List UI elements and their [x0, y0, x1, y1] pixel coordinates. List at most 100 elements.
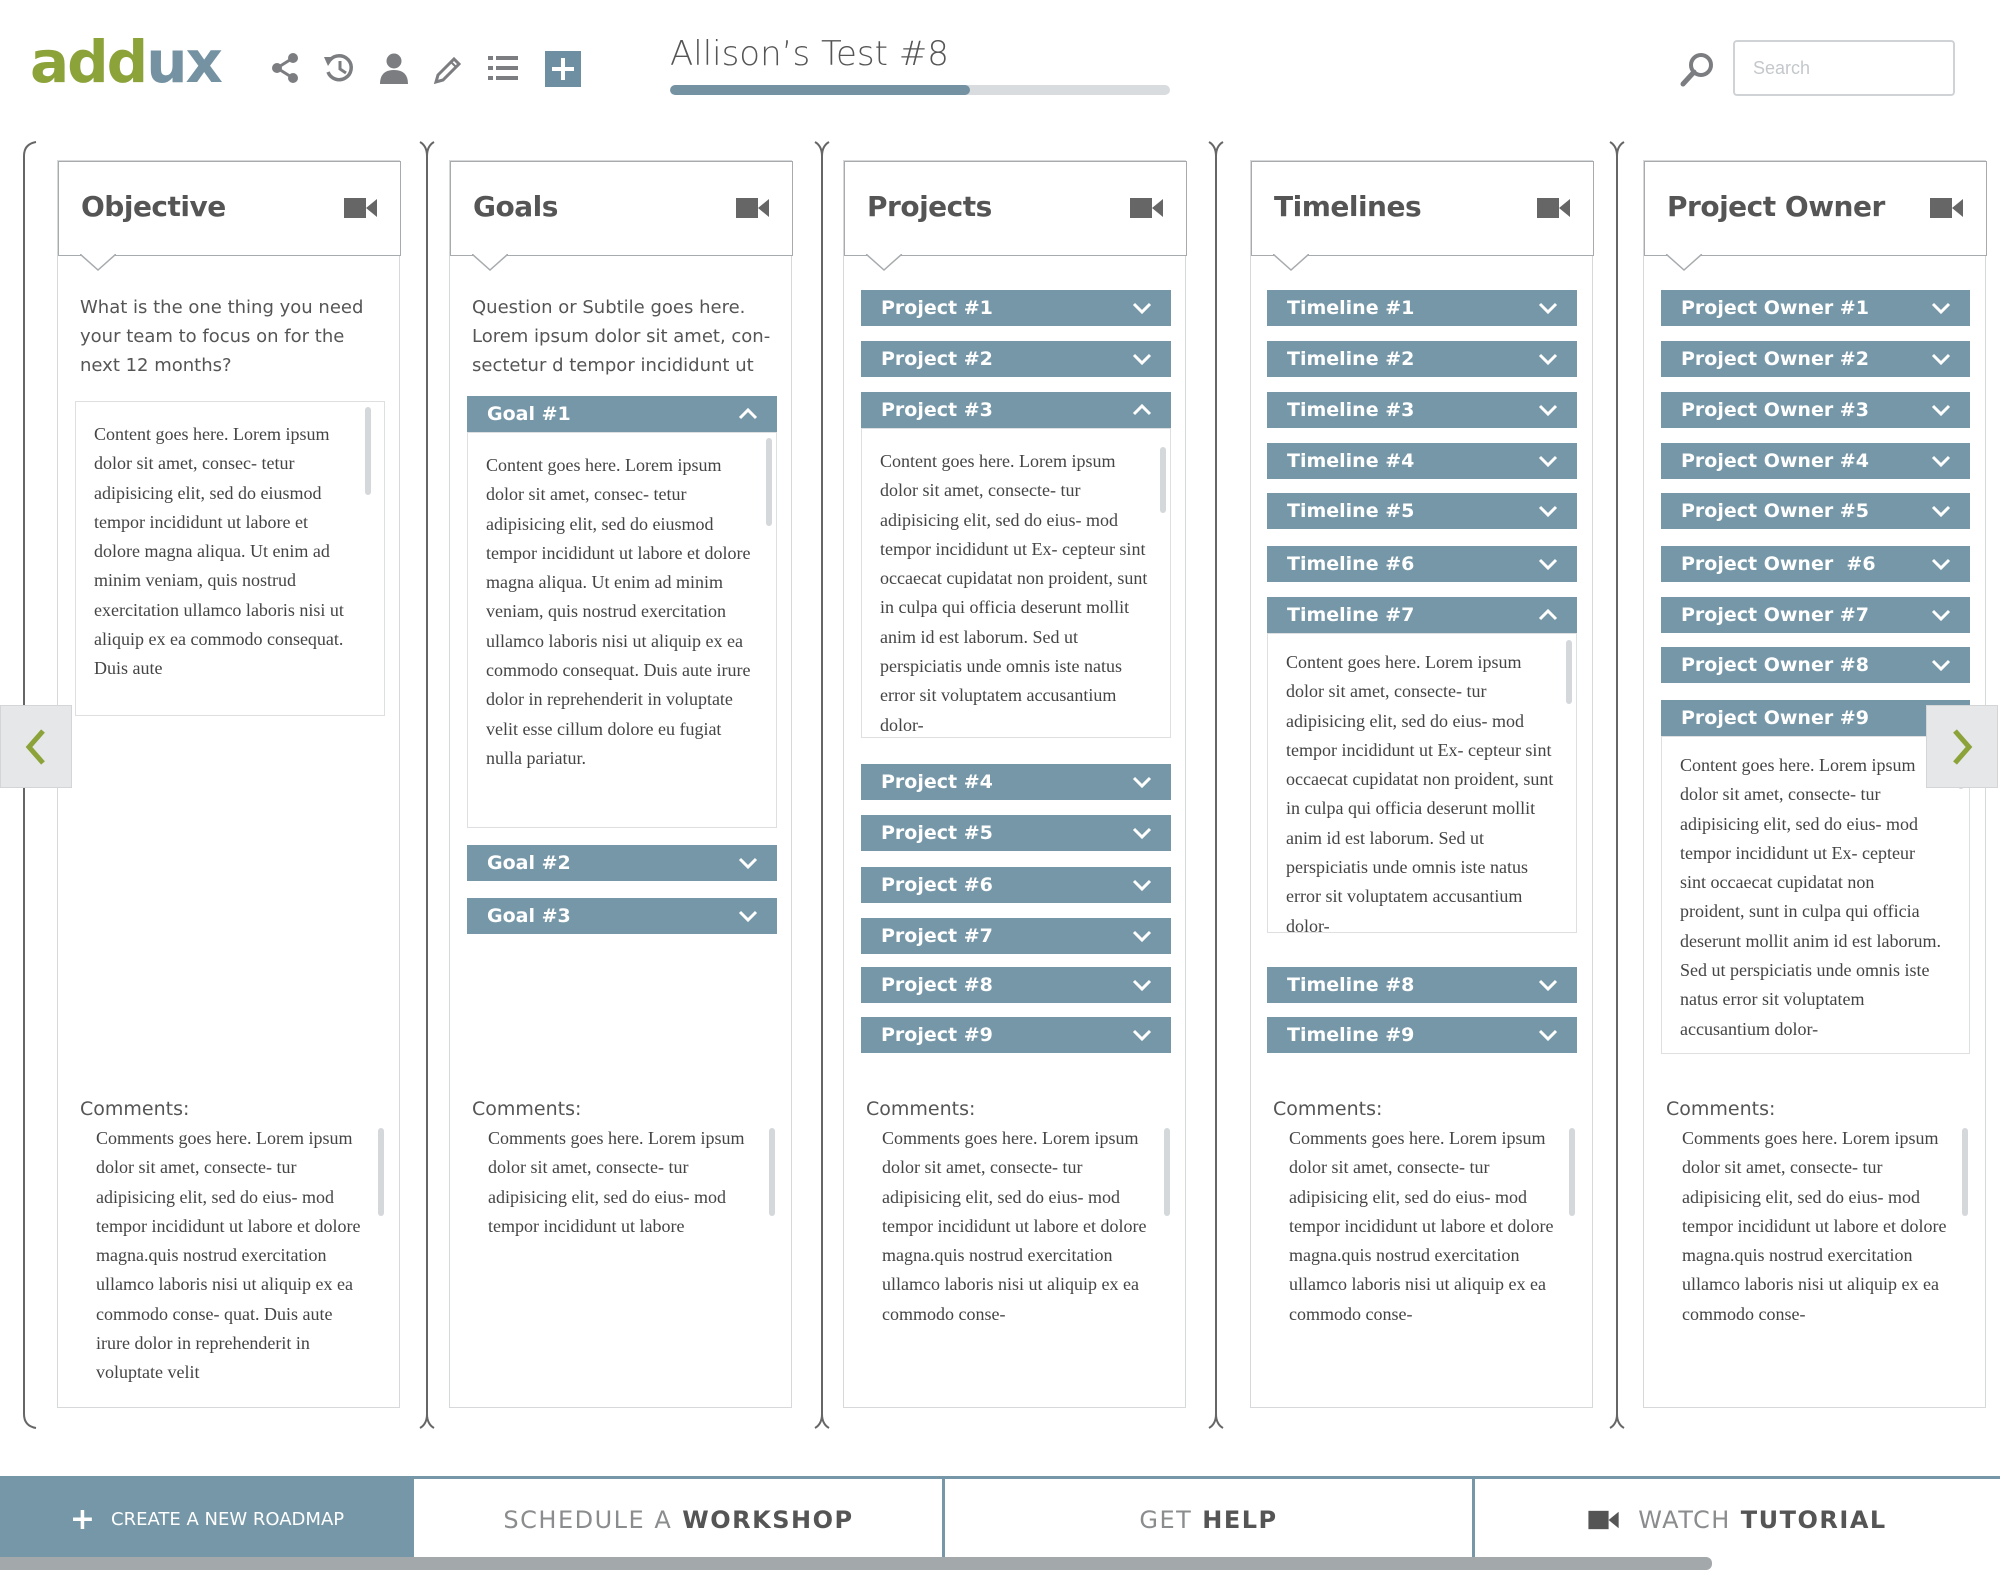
- get-help-button[interactable]: GET HELP: [945, 1479, 1472, 1560]
- comments-label: Comments:: [866, 1098, 976, 1120]
- goal-content-box[interactable]: Content goes here. Lorem ipsum dolor sit…: [467, 432, 777, 828]
- project-owner-item[interactable]: Project Owner #6: [1661, 546, 1970, 582]
- header-pointer: [1273, 254, 1309, 272]
- document-title[interactable]: Allison’s Test #8: [670, 34, 949, 74]
- project-owner-item[interactable]: Project Owner #4: [1661, 443, 1970, 479]
- project-owner-label: Project Owner #7: [1681, 604, 1869, 626]
- timeline-item[interactable]: Timeline #7: [1267, 597, 1577, 633]
- project-item[interactable]: Project #7: [861, 918, 1171, 954]
- project-label: Project #4: [881, 771, 993, 793]
- timeline-item[interactable]: Timeline #6: [1267, 546, 1577, 582]
- project-item[interactable]: Project #9: [861, 1017, 1171, 1053]
- search-input[interactable]: [1733, 40, 1955, 96]
- create-roadmap-button[interactable]: + CREATE A NEW ROADMAP: [0, 1479, 414, 1560]
- scrollbar[interactable]: [1962, 1128, 1968, 1216]
- goal-item[interactable]: Goal #3: [467, 898, 777, 934]
- goal-item[interactable]: Goal #2: [467, 845, 777, 881]
- watch-tutorial-button[interactable]: WATCH TUTORIAL: [1475, 1479, 2000, 1560]
- project-owner-item[interactable]: Project Owner #8: [1661, 647, 1970, 683]
- objective-content-box[interactable]: Content goes here. Lorem ipsum dolor sit…: [75, 401, 385, 716]
- project-owner-item[interactable]: Project Owner #1: [1661, 290, 1970, 326]
- column-projects: Projects Project #1 Project #2 Project #…: [843, 160, 1187, 1408]
- comments-text[interactable]: Comments goes here. Lorem ipsum dolor si…: [96, 1124, 366, 1388]
- timeline-item[interactable]: Timeline #8: [1267, 967, 1577, 1003]
- project-label: Project #1: [881, 297, 993, 319]
- scrollbar[interactable]: [1164, 1128, 1170, 1216]
- project-owner-item[interactable]: Project Owner #9: [1661, 700, 1970, 736]
- chevron-down-icon: [1930, 392, 1952, 428]
- project-item[interactable]: Project #3: [861, 392, 1171, 428]
- timeline-label: Timeline #5: [1287, 500, 1415, 522]
- comments-text[interactable]: Comments goes here. Lorem ipsum dolor si…: [1682, 1124, 1952, 1329]
- goal-item[interactable]: Goal #1: [467, 396, 777, 432]
- timeline-item[interactable]: Timeline #1: [1267, 290, 1577, 326]
- timeline-label: Timeline #2: [1287, 348, 1415, 370]
- scrollbar[interactable]: [1569, 1128, 1575, 1216]
- timeline-content-box[interactable]: Content goes here. Lorem ipsum dolor sit…: [1267, 633, 1577, 936]
- project-item[interactable]: Project #5: [861, 815, 1171, 851]
- project-owner-label: Project Owner #8: [1681, 654, 1869, 676]
- scrollbar[interactable]: [769, 1128, 775, 1216]
- list-icon[interactable]: [483, 48, 523, 88]
- horizontal-scrollbar[interactable]: [0, 1557, 1712, 1570]
- project-item[interactable]: Project #8: [861, 967, 1171, 1003]
- chevron-down-icon: [1131, 918, 1153, 954]
- chevron-down-icon: [1930, 647, 1952, 683]
- scrollbar[interactable]: [365, 407, 371, 495]
- timeline-item[interactable]: Timeline #2: [1267, 341, 1577, 377]
- chevron-down-icon: [1537, 493, 1559, 529]
- video-camera-icon[interactable]: [1537, 196, 1571, 220]
- project-owner-item[interactable]: Project Owner #5: [1661, 493, 1970, 529]
- history-icon[interactable]: [319, 48, 359, 88]
- project-owner-label: Project Owner #6: [1681, 553, 1876, 575]
- logo-part-ux: ux: [146, 28, 223, 96]
- project-owner-label: Project Owner #2: [1681, 348, 1869, 370]
- video-camera-icon[interactable]: [1930, 196, 1964, 220]
- user-icon[interactable]: [374, 48, 414, 88]
- timeline-item[interactable]: Timeline #4: [1267, 443, 1577, 479]
- video-camera-icon[interactable]: [1130, 196, 1164, 220]
- comments-label: Comments:: [1273, 1098, 1383, 1120]
- scrollbar[interactable]: [1566, 640, 1572, 704]
- scrollbar[interactable]: [378, 1128, 384, 1216]
- timeline-item[interactable]: Timeline #3: [1267, 392, 1577, 428]
- video-camera-icon[interactable]: [736, 196, 770, 220]
- comments-text[interactable]: Comments goes here. Lorem ipsum dolor si…: [882, 1124, 1152, 1329]
- timeline-item[interactable]: Timeline #5: [1267, 493, 1577, 529]
- pencil-icon[interactable]: [429, 48, 469, 88]
- share-icon[interactable]: [265, 48, 305, 88]
- project-item[interactable]: Project #2: [861, 341, 1171, 377]
- chevron-up-icon: [737, 396, 759, 432]
- column-title: Timelines: [1274, 190, 1422, 223]
- schedule-workshop-button[interactable]: SCHEDULE A WORKSHOP: [416, 1479, 941, 1560]
- project-owner-label: Project Owner #5: [1681, 500, 1869, 522]
- timeline-label: Timeline #9: [1287, 1024, 1415, 1046]
- search-icon[interactable]: [1678, 50, 1718, 90]
- chevron-up-icon: [1537, 597, 1559, 633]
- project-owner-item[interactable]: Project Owner #7: [1661, 597, 1970, 633]
- project-item[interactable]: Project #1: [861, 290, 1171, 326]
- project-owner-content-box[interactable]: Content goes here. Lorem ipsum dolor sit…: [1661, 736, 1970, 1054]
- chevron-down-icon: [1537, 1017, 1559, 1053]
- comments-text[interactable]: Comments goes here. Lorem ipsum dolor si…: [1289, 1124, 1559, 1329]
- column-bracket: [814, 141, 830, 1429]
- project-item[interactable]: Project #6: [861, 867, 1171, 903]
- document-progress-bar: [670, 85, 1170, 95]
- chevron-down-icon: [1930, 290, 1952, 326]
- project-owner-item[interactable]: Project Owner #3: [1661, 392, 1970, 428]
- video-camera-icon: [1588, 1510, 1619, 1529]
- scrollbar[interactable]: [766, 438, 772, 526]
- column-title: Goals: [473, 190, 558, 223]
- project-content-box[interactable]: Content goes here. Lorem ipsum dolor sit…: [861, 428, 1171, 738]
- scrollbar[interactable]: [1160, 447, 1166, 513]
- addux-logo[interactable]: addux: [30, 28, 223, 96]
- project-owner-item[interactable]: Project Owner #2: [1661, 341, 1970, 377]
- comments-text[interactable]: Comments goes here. Lorem ipsum dolor si…: [488, 1124, 758, 1241]
- schedule-label-b: WORKSHOP: [682, 1505, 854, 1534]
- project-item[interactable]: Project #4: [861, 764, 1171, 800]
- plus-icon[interactable]: [545, 51, 581, 87]
- timeline-item[interactable]: Timeline #9: [1267, 1017, 1577, 1053]
- previous-arrow-button[interactable]: [0, 705, 72, 788]
- video-camera-icon[interactable]: [344, 196, 378, 220]
- next-arrow-button[interactable]: [1926, 705, 1998, 788]
